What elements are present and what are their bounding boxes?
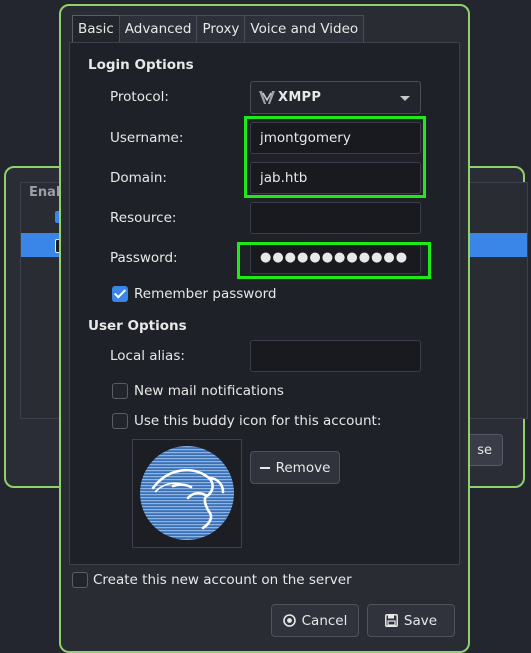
tab-advanced[interactable]: Advanced [118, 15, 198, 42]
remove-label: Remove [275, 459, 331, 476]
buddy-icon-label: Use this buddy icon for this account: [134, 413, 382, 429]
buddy-icon-checkbox[interactable] [112, 413, 128, 429]
cancel-icon [282, 614, 296, 627]
xmpp-icon [259, 91, 275, 104]
remember-password-checkbox[interactable] [112, 286, 128, 302]
new-mail-notifications-label: New mail notifications [134, 383, 284, 399]
buddy-icon-preview[interactable] [132, 439, 242, 548]
cancel-label: Cancel [301, 612, 348, 629]
resource-field[interactable] [250, 202, 421, 234]
account-dialog: Basic Advanced Proxy Voice and Video Log… [59, 4, 470, 653]
save-label: Save [403, 612, 438, 629]
create-account-checkbox[interactable] [72, 572, 88, 588]
resource-label: Resource: [110, 210, 177, 226]
login-options-heading: Login Options [88, 57, 194, 73]
basic-tab-panel: Login Options Protocol: XMPP Username: j… [69, 42, 460, 565]
password-label: Password: [110, 250, 178, 266]
local-alias-field[interactable] [250, 340, 421, 372]
minus-icon [259, 463, 270, 473]
tab-basic[interactable]: Basic [72, 15, 120, 42]
tab-proxy[interactable]: Proxy [196, 15, 246, 42]
tab-voice-and-video[interactable]: Voice and Video [244, 15, 365, 42]
cancel-button[interactable]: Cancel [271, 604, 359, 637]
chevron-down-icon [400, 96, 410, 101]
kali-dragon-icon [140, 446, 234, 540]
domain-label: Domain: [110, 170, 167, 186]
password-highlight [237, 242, 431, 279]
create-account-label: Create this new account on the server [93, 572, 352, 588]
user-options-heading: User Options [88, 318, 187, 334]
save-button[interactable]: Save [367, 604, 455, 637]
remove-icon-button[interactable]: Remove [250, 451, 340, 484]
username-domain-highlight [244, 116, 426, 198]
tab-bar: Basic Advanced Proxy Voice and Video [72, 15, 365, 42]
local-alias-label: Local alias: [110, 348, 185, 364]
protocol-label: Protocol: [110, 89, 169, 105]
username-label: Username: [110, 130, 184, 146]
protocol-value: XMPP [278, 90, 322, 105]
save-icon [384, 614, 398, 627]
new-mail-notifications-checkbox[interactable] [112, 383, 128, 399]
remember-password-label: Remember password [134, 286, 277, 302]
protocol-dropdown[interactable]: XMPP [250, 81, 421, 114]
